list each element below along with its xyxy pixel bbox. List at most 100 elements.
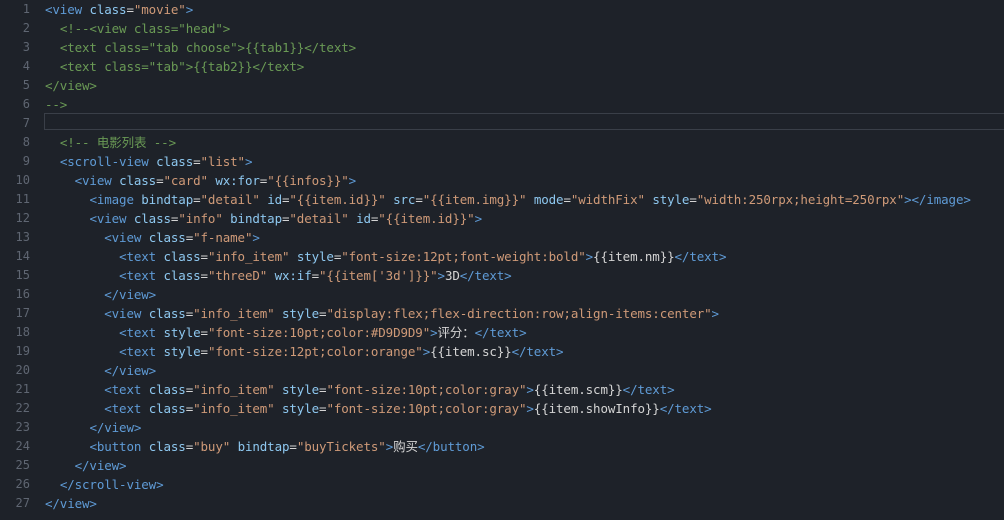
code-token: "movie" (133, 2, 186, 17)
code-text: <text style="font-size:12pt;color:orange… (45, 342, 563, 361)
code-line[interactable]: 12 <view class="info" bindtap="detail" i… (0, 209, 1004, 228)
line-number: 23 (15, 420, 30, 434)
line-number: 2 (22, 21, 30, 35)
code-token: {{item.scm}} (533, 382, 623, 397)
code-token: = (193, 154, 201, 169)
code-line[interactable]: 6 --> (0, 95, 1004, 114)
code-token: {{item.nm}} (593, 249, 675, 264)
code-token: src (393, 192, 416, 207)
code-token: "info" (178, 211, 223, 226)
code-line[interactable]: 22 <text class="info_item" style="font-s… (0, 399, 1004, 418)
code-line[interactable]: 10 <view class="card" wx:for="{{infos}}"… (0, 171, 1004, 190)
code-token: style (296, 249, 334, 264)
code-token: </view> (104, 287, 157, 302)
code-token: mode (533, 192, 564, 207)
code-token: class (148, 439, 186, 454)
line-number: 10 (15, 173, 30, 187)
line-number: 11 (15, 192, 30, 206)
code-token: <image (89, 192, 134, 207)
code-token: = (185, 230, 194, 245)
code-line[interactable]: 9 <scroll-view class="list"> (0, 152, 1004, 171)
code-token: style (282, 401, 320, 416)
code-text: <text class="info_item" style="font-size… (45, 399, 712, 418)
code-token: "font-size:10pt;color:#D9D9D9" (207, 325, 431, 340)
code-token: bindtap (141, 192, 194, 207)
code-token: > (385, 439, 394, 454)
code-token: <text class="tab choose">{{tab1}}</text> (59, 40, 357, 55)
code-text: </view> (45, 76, 97, 95)
code-text: <view class="f-name"> (45, 228, 260, 247)
code-token: > (474, 211, 483, 226)
code-line[interactable]: 26 </scroll-view> (0, 475, 1004, 494)
code-token: = (185, 382, 194, 397)
code-token: style (282, 382, 320, 397)
code-token: <text (119, 268, 157, 283)
code-line[interactable]: 5 </view> (0, 76, 1004, 95)
code-token: style (163, 344, 201, 359)
code-token: = (126, 2, 134, 17)
code-line[interactable]: 14 <text class="info_item" style="font-s… (0, 247, 1004, 266)
code-text: <view class="info" bindtap="detail" id="… (45, 209, 482, 228)
code-token: </view> (45, 78, 97, 93)
code-token: = (185, 401, 194, 416)
code-line[interactable]: 7 (0, 114, 1004, 133)
code-token: <!-- 电影列表 --> (59, 135, 176, 150)
code-line[interactable]: 11 <image bindtap="detail" id="{{item.id… (0, 190, 1004, 209)
code-token: = (563, 192, 571, 207)
code-text: </view> (45, 494, 97, 513)
code-token: class (163, 268, 201, 283)
line-number: 3 (22, 40, 30, 54)
code-editor[interactable]: 1 <view class="movie"> 2 <!--<view class="… (0, 0, 1004, 520)
code-line[interactable]: 24 <button class="buy" bindtap="buyTicke… (0, 437, 1004, 456)
code-token: class (148, 401, 186, 416)
code-line[interactable]: 23 </view> (0, 418, 1004, 437)
code-text: </view> (45, 456, 127, 475)
line-number: 16 (15, 287, 30, 301)
code-line[interactable]: 3 <text class="tab choose">{{tab1}}</tex… (0, 38, 1004, 57)
code-token: <text (119, 344, 157, 359)
code-line[interactable]: 4 <text class="tab">{{tab2}}</text> (0, 57, 1004, 76)
code-line[interactable]: 1 <view class="movie"> (0, 0, 1004, 19)
code-token: class (133, 211, 171, 226)
code-token: "info_item" (193, 401, 275, 416)
code-token: style (163, 325, 201, 340)
line-number: 4 (22, 59, 30, 73)
code-text: <text class="info_item" style="font-size… (45, 247, 726, 266)
line-number: 13 (15, 230, 30, 244)
code-token: > (348, 173, 357, 188)
code-token: <!--<view class="head"> (59, 21, 231, 36)
code-token: class (148, 382, 186, 397)
code-line[interactable]: 13 <view class="f-name"> (0, 228, 1004, 247)
code-line[interactable]: 20 </view> (0, 361, 1004, 380)
code-line[interactable]: 16 </view> (0, 285, 1004, 304)
code-text: <view class="card" wx:for="{{infos}}"> (45, 171, 357, 190)
code-token: </text> (674, 249, 727, 264)
code-line[interactable]: 19 <text style="font-size:12pt;color:ora… (0, 342, 1004, 361)
code-line[interactable]: 21 <text class="info_item" style="font-s… (0, 380, 1004, 399)
code-token: > (526, 401, 534, 416)
code-text: <view class="movie"> (45, 0, 193, 19)
line-number: 15 (15, 268, 30, 282)
code-token: "buy" (193, 439, 231, 454)
code-token: = (289, 439, 297, 454)
code-token: <view (104, 230, 142, 245)
code-line[interactable]: 17 <view class="info_item" style="displa… (0, 304, 1004, 323)
code-line[interactable]: 15 <text class="threeD" wx:if="{{item['3… (0, 266, 1004, 285)
code-text: <scroll-view class="list"> (45, 152, 253, 171)
code-line[interactable]: 2 <!--<view class="head"> (0, 19, 1004, 38)
code-line[interactable]: 27 </view> (0, 494, 1004, 513)
code-token: "{{infos}}" (267, 173, 349, 188)
code-line[interactable]: 25 </view> (0, 456, 1004, 475)
code-line[interactable]: 8 <!-- 电影列表 --> (0, 133, 1004, 152)
code-token: "info_item" (207, 249, 290, 264)
code-token: </text> (459, 268, 512, 283)
code-token: </text> (659, 401, 712, 416)
code-line[interactable]: 18 <text style="font-size:10pt;color:#D9… (0, 323, 1004, 342)
code-token: "font-size:10pt;color:gray" (326, 401, 527, 416)
code-text: <text class="tab choose">{{tab1}}</text> (45, 38, 356, 57)
